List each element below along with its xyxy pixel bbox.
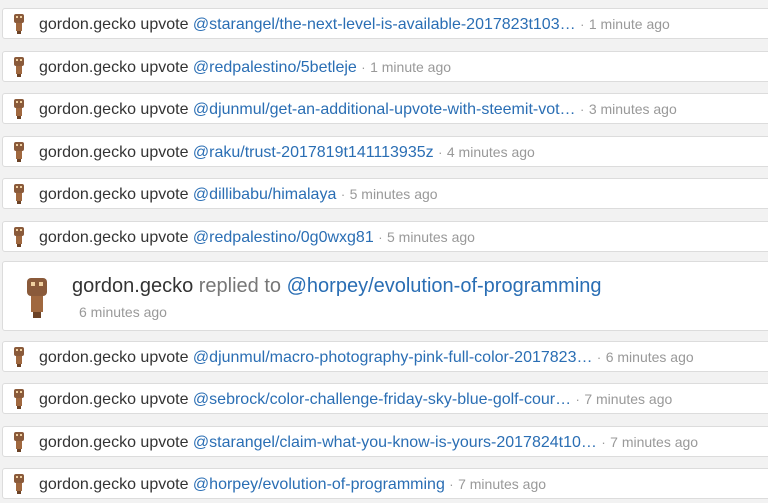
- feed-text: gordon.gecko upvote @redpalestino/5betle…: [39, 58, 451, 77]
- post-link[interactable]: @starangel/the-next-level-is-available-2…: [193, 16, 576, 33]
- robot-figure-icon[interactable]: [12, 346, 26, 368]
- username[interactable]: gordon.gecko: [72, 275, 193, 297]
- username[interactable]: gordon.gecko: [39, 434, 136, 451]
- action-verb: upvote: [140, 186, 189, 203]
- post-link[interactable]: @redpalestino/5betleje: [193, 59, 357, 76]
- timestamp: 7 minutes ago: [610, 434, 699, 450]
- feed-item: gordon.gecko upvote @horpey/evolution-of…: [2, 468, 768, 499]
- timestamp: 6 minutes ago: [79, 304, 167, 320]
- feed-item-reply: gordon.gecko replied to @horpey/evolutio…: [2, 261, 768, 331]
- feed-text: gordon.gecko upvote @djunmul/get-an-addi…: [39, 100, 677, 119]
- feed-item: gordon.gecko upvote @djunmul/macro-photo…: [2, 341, 768, 372]
- timestamp: 6 minutes ago: [605, 349, 694, 365]
- post-link[interactable]: @dillibabu/himalaya: [193, 186, 336, 203]
- separator: ·: [601, 435, 606, 450]
- robot-figure-icon[interactable]: [12, 226, 26, 248]
- feed-text: gordon.gecko upvote @dillibabu/himalaya …: [39, 185, 438, 204]
- post-link[interactable]: @djunmul/get-an-additional-upvote-with-s…: [193, 101, 576, 118]
- feed-item: gordon.gecko upvote @raku/trust-2017819t…: [2, 136, 768, 167]
- feed-text: gordon.gecko upvote @sebrock/color-chall…: [39, 390, 672, 409]
- username[interactable]: gordon.gecko: [39, 229, 136, 246]
- feed-text: gordon.gecko upvote @redpalestino/0g0wxg…: [39, 228, 475, 247]
- separator: ·: [378, 230, 383, 245]
- feed-text: gordon.gecko upvote @starangel/the-next-…: [39, 15, 670, 34]
- feed-item: gordon.gecko upvote @redpalestino/5betle…: [2, 51, 768, 82]
- timestamp: 5 minutes ago: [349, 186, 438, 202]
- post-link[interactable]: @djunmul/macro-photography-pink-full-col…: [193, 349, 593, 366]
- post-link[interactable]: @starangel/claim-what-you-know-is-yours-…: [193, 434, 597, 451]
- robot-figure-icon[interactable]: [23, 276, 51, 320]
- username[interactable]: gordon.gecko: [39, 144, 136, 161]
- action-verb: replied to: [198, 275, 282, 297]
- post-link[interactable]: @raku/trust-2017819t141113935z: [193, 144, 434, 161]
- username[interactable]: gordon.gecko: [39, 186, 136, 203]
- action-verb: upvote: [140, 476, 189, 493]
- feed-text: gordon.gecko upvote @horpey/evolution-of…: [39, 475, 546, 494]
- timestamp: 7 minutes ago: [458, 476, 547, 492]
- separator: ·: [361, 60, 366, 75]
- separator: ·: [438, 145, 443, 160]
- timestamp: 5 minutes ago: [386, 229, 475, 245]
- post-link[interactable]: @redpalestino/0g0wxg81: [193, 229, 374, 246]
- separator: ·: [580, 102, 585, 117]
- separator: ·: [575, 392, 580, 407]
- action-verb: upvote: [140, 391, 189, 408]
- robot-figure-icon[interactable]: [12, 473, 26, 495]
- timestamp: 4 minutes ago: [446, 144, 535, 160]
- timestamp: 1 minute ago: [588, 16, 670, 32]
- robot-figure-icon[interactable]: [12, 56, 26, 78]
- action-verb: upvote: [140, 349, 189, 366]
- username[interactable]: gordon.gecko: [39, 59, 136, 76]
- action-verb: upvote: [140, 101, 189, 118]
- feed-item: gordon.gecko upvote @redpalestino/0g0wxg…: [2, 221, 768, 252]
- feed-item: gordon.gecko upvote @starangel/the-next-…: [2, 8, 768, 39]
- post-link[interactable]: @sebrock/color-challenge-friday-sky-blue…: [193, 391, 571, 408]
- feed-item: gordon.gecko upvote @dillibabu/himalaya …: [2, 178, 768, 209]
- post-link[interactable]: @horpey/evolution-of-programming: [287, 275, 602, 297]
- robot-figure-icon[interactable]: [12, 98, 26, 120]
- username[interactable]: gordon.gecko: [39, 349, 136, 366]
- username[interactable]: gordon.gecko: [39, 391, 136, 408]
- robot-figure-icon[interactable]: [12, 141, 26, 163]
- username[interactable]: gordon.gecko: [39, 476, 136, 493]
- action-verb: upvote: [140, 434, 189, 451]
- separator: ·: [449, 477, 454, 492]
- robot-figure-icon[interactable]: [12, 183, 26, 205]
- action-verb: upvote: [140, 59, 189, 76]
- separator: ·: [340, 187, 346, 202]
- feed-item: gordon.gecko upvote @sebrock/color-chall…: [2, 383, 768, 414]
- username[interactable]: gordon.gecko: [39, 16, 136, 33]
- action-verb: upvote: [140, 16, 189, 33]
- post-link[interactable]: @horpey/evolution-of-programming: [193, 476, 445, 493]
- feed-text: gordon.gecko upvote @raku/trust-2017819t…: [39, 143, 535, 162]
- feed-text: gordon.gecko replied to @horpey/evolutio…: [72, 274, 602, 298]
- robot-figure-icon[interactable]: [12, 13, 26, 35]
- feed-item: gordon.gecko upvote @djunmul/get-an-addi…: [2, 93, 768, 124]
- feed-text: gordon.gecko upvote @djunmul/macro-photo…: [39, 348, 694, 367]
- feed-text: gordon.gecko upvote @starangel/claim-wha…: [39, 433, 698, 452]
- timestamp: 1 minute ago: [370, 59, 452, 75]
- timestamp: 3 minutes ago: [588, 101, 677, 117]
- separator: ·: [596, 350, 602, 365]
- action-verb: upvote: [140, 144, 189, 161]
- separator: ·: [580, 17, 585, 32]
- username[interactable]: gordon.gecko: [39, 101, 136, 118]
- action-verb: upvote: [140, 229, 189, 246]
- feed-item: gordon.gecko upvote @starangel/claim-wha…: [2, 426, 768, 457]
- robot-figure-icon[interactable]: [12, 388, 26, 410]
- robot-figure-icon[interactable]: [12, 431, 26, 453]
- timestamp: 7 minutes ago: [584, 391, 673, 407]
